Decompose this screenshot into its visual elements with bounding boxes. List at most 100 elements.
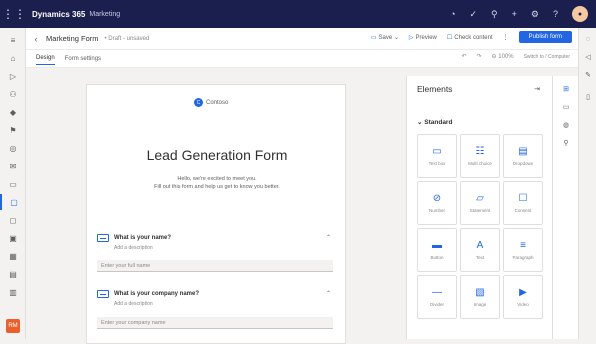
segment-icon[interactable]: ◆ bbox=[0, 104, 26, 120]
play-icon[interactable]: ▷ bbox=[0, 68, 26, 84]
sms-icon[interactable]: ◻ bbox=[0, 212, 26, 228]
panel-icon[interactable]: ▯ bbox=[579, 90, 596, 104]
form-heading[interactable]: Lead Generation Form bbox=[87, 147, 347, 163]
search-icon[interactable]: ⚲ bbox=[491, 9, 498, 20]
element-tile-consent[interactable]: ☐ Consent bbox=[503, 181, 543, 225]
assets-icon[interactable]: ▦ bbox=[0, 248, 26, 264]
question-name[interactable]: What is your name? ⌃ bbox=[97, 231, 337, 245]
app-top-bar: ⋮⋮ Dynamics 365 Marketing ◔ ✓ ⚲ + ⚙ ? ● bbox=[0, 0, 596, 28]
element-tile-video[interactable]: ▶ Video bbox=[503, 275, 543, 319]
company-logo[interactable]: C Contoso bbox=[194, 98, 228, 107]
chevron-up-icon[interactable]: ⌃ bbox=[326, 234, 331, 241]
element-tile-label: Multi choice bbox=[468, 160, 492, 166]
company-field[interactable]: Enter your company name bbox=[97, 317, 333, 329]
elements-grid: ▭ Text box ☷ Multi choice ▤ Dropdown ⊘ Number ▱ S… bbox=[417, 134, 545, 319]
dropdown-icon: ▤ bbox=[518, 145, 528, 157]
help-icon[interactable]: ✓ bbox=[470, 9, 478, 20]
number-icon: ⊘ bbox=[432, 192, 442, 204]
question-help: Add a description bbox=[114, 245, 153, 251]
email-icon[interactable]: ✉ bbox=[0, 158, 26, 174]
right-rail: ◌ ◁ ✎ ▯ bbox=[578, 28, 596, 339]
templates-icon[interactable]: ▭ bbox=[0, 176, 26, 192]
form-preview: C Contoso Lead Generation Form Hello, we… bbox=[86, 84, 346, 344]
element-tile-text-box[interactable]: ▭ Text box bbox=[417, 134, 457, 178]
app-launcher-icon[interactable]: ⋮⋮ bbox=[0, 0, 28, 28]
people-icon[interactable]: ⚇ bbox=[0, 86, 26, 102]
element-tile-label: Divider bbox=[429, 301, 444, 307]
device-switcher[interactable]: Switch to / Computer bbox=[524, 54, 570, 60]
undo-icon[interactable]: ↶ bbox=[461, 53, 466, 60]
element-tile-number[interactable]: ⊘ Number bbox=[417, 181, 457, 225]
element-tile-paragraph[interactable]: ≡ Paragraph bbox=[503, 228, 543, 272]
element-tile-multi-choice[interactable]: ☷ Multi choice bbox=[460, 134, 500, 178]
area-switcher-icon[interactable]: RM bbox=[6, 319, 20, 333]
question-label: What is your name? bbox=[114, 235, 172, 241]
layout-icon[interactable]: ▭ bbox=[553, 100, 579, 114]
journey-icon[interactable]: ⚑ bbox=[0, 122, 26, 138]
element-tile-divider[interactable]: — Divider bbox=[417, 275, 457, 319]
element-tile-dropdown[interactable]: ▤ Dropdown bbox=[503, 134, 543, 178]
description-line: Hello, we're excited to meet you. bbox=[177, 176, 257, 182]
menu-icon[interactable]: ≡ bbox=[0, 32, 26, 48]
preview-button[interactable]: ▷ Preview bbox=[409, 34, 437, 41]
element-tile-label: Dropdown bbox=[512, 160, 534, 166]
tools-icon[interactable]: ✎ bbox=[579, 68, 596, 82]
more-icon[interactable]: ⋮ bbox=[503, 34, 509, 41]
element-tile-label: Text box bbox=[428, 160, 446, 166]
form-status: • Draft - unsaved bbox=[104, 35, 150, 42]
check-icon: ☐ bbox=[446, 34, 453, 41]
preview-icon: ▷ bbox=[408, 34, 414, 41]
avatar[interactable]: ● bbox=[572, 6, 588, 22]
element-tile-image[interactable]: ▧ Image bbox=[460, 275, 500, 319]
assist-icon[interactable]: ⚲ bbox=[553, 136, 579, 150]
add-element-icon[interactable]: ⊞ bbox=[553, 82, 579, 96]
left-navigation: ≡ ⌂ ▷ ⚇ ◆ ⚑ ◎ ✉ ▭ ▢ ◻ ▣ ▦ ▤ ▥ RM bbox=[0, 28, 26, 339]
button-icon: ▬ bbox=[432, 239, 442, 251]
video-icon: ▶ bbox=[519, 286, 527, 298]
statement-icon: ▱ bbox=[476, 192, 484, 204]
theme-icon[interactable]: ◍ bbox=[553, 118, 579, 132]
question-company[interactable]: What is your company name? ⌃ bbox=[97, 287, 337, 301]
add-icon[interactable]: + bbox=[512, 9, 517, 19]
paragraph-icon: ≡ bbox=[520, 239, 526, 251]
element-tile-label: Consent bbox=[514, 207, 532, 213]
settings-nav-icon[interactable]: ▥ bbox=[0, 284, 26, 300]
check-content-button[interactable]: ☐ Check content bbox=[447, 34, 493, 41]
design-canvas: C Contoso Lead Generation Form Hello, we… bbox=[26, 68, 406, 344]
redo-icon[interactable]: ↷ bbox=[477, 53, 482, 60]
element-tile-button[interactable]: ▬ Button bbox=[417, 228, 457, 272]
element-tile-text[interactable]: A Text bbox=[460, 228, 500, 272]
push-icon[interactable]: ▣ bbox=[0, 230, 26, 246]
question-help: Add a description bbox=[114, 301, 153, 307]
logo-text: Contoso bbox=[206, 99, 229, 106]
analytics-icon[interactable]: ◎ bbox=[0, 140, 26, 156]
chevron-up-icon[interactable]: ⌃ bbox=[326, 290, 331, 297]
question-icon[interactable]: ? bbox=[553, 9, 558, 19]
form-description[interactable]: Hello, we're excited to meet you. Fill o… bbox=[117, 175, 317, 191]
save-button[interactable]: ▭ Save ⌄ bbox=[371, 34, 399, 41]
element-tile-statement[interactable]: ▱ Statement bbox=[460, 181, 500, 225]
settings-icon[interactable]: ⚙ bbox=[531, 9, 539, 20]
form-name: Marketing Form bbox=[46, 34, 99, 43]
library-icon[interactable]: ▤ bbox=[0, 266, 26, 282]
tab-form-settings[interactable]: Form settings bbox=[65, 53, 101, 65]
lightbulb-icon[interactable]: ◔ bbox=[450, 9, 455, 19]
designer-side-tools: ⊞ ▭ ◍ ⚲ bbox=[552, 76, 578, 339]
tab-design[interactable]: Design bbox=[36, 52, 55, 65]
copilot-icon[interactable]: ◌ bbox=[579, 32, 596, 46]
chat-icon[interactable]: ◁ bbox=[579, 50, 596, 64]
app-title: Dynamics 365 bbox=[32, 9, 86, 19]
section-standard[interactable]: ⌄ Standard bbox=[417, 118, 452, 126]
element-tile-label: Number bbox=[428, 207, 445, 213]
back-icon[interactable]: ‹ bbox=[26, 34, 46, 44]
text-field-icon bbox=[97, 290, 109, 298]
element-tile-label: Video bbox=[517, 301, 529, 307]
forms-icon[interactable]: ▢ bbox=[0, 194, 26, 210]
element-tile-label: Paragraph bbox=[512, 254, 534, 260]
home-icon[interactable]: ⌂ bbox=[0, 50, 26, 66]
name-field[interactable]: Enter your full name bbox=[97, 260, 333, 272]
text-icon: A bbox=[476, 239, 484, 251]
collapse-panel-icon[interactable]: ⇥ bbox=[534, 85, 540, 93]
publish-button[interactable]: Publish form bbox=[518, 31, 572, 43]
zoom-control[interactable]: ⊖ 100% bbox=[492, 53, 514, 60]
